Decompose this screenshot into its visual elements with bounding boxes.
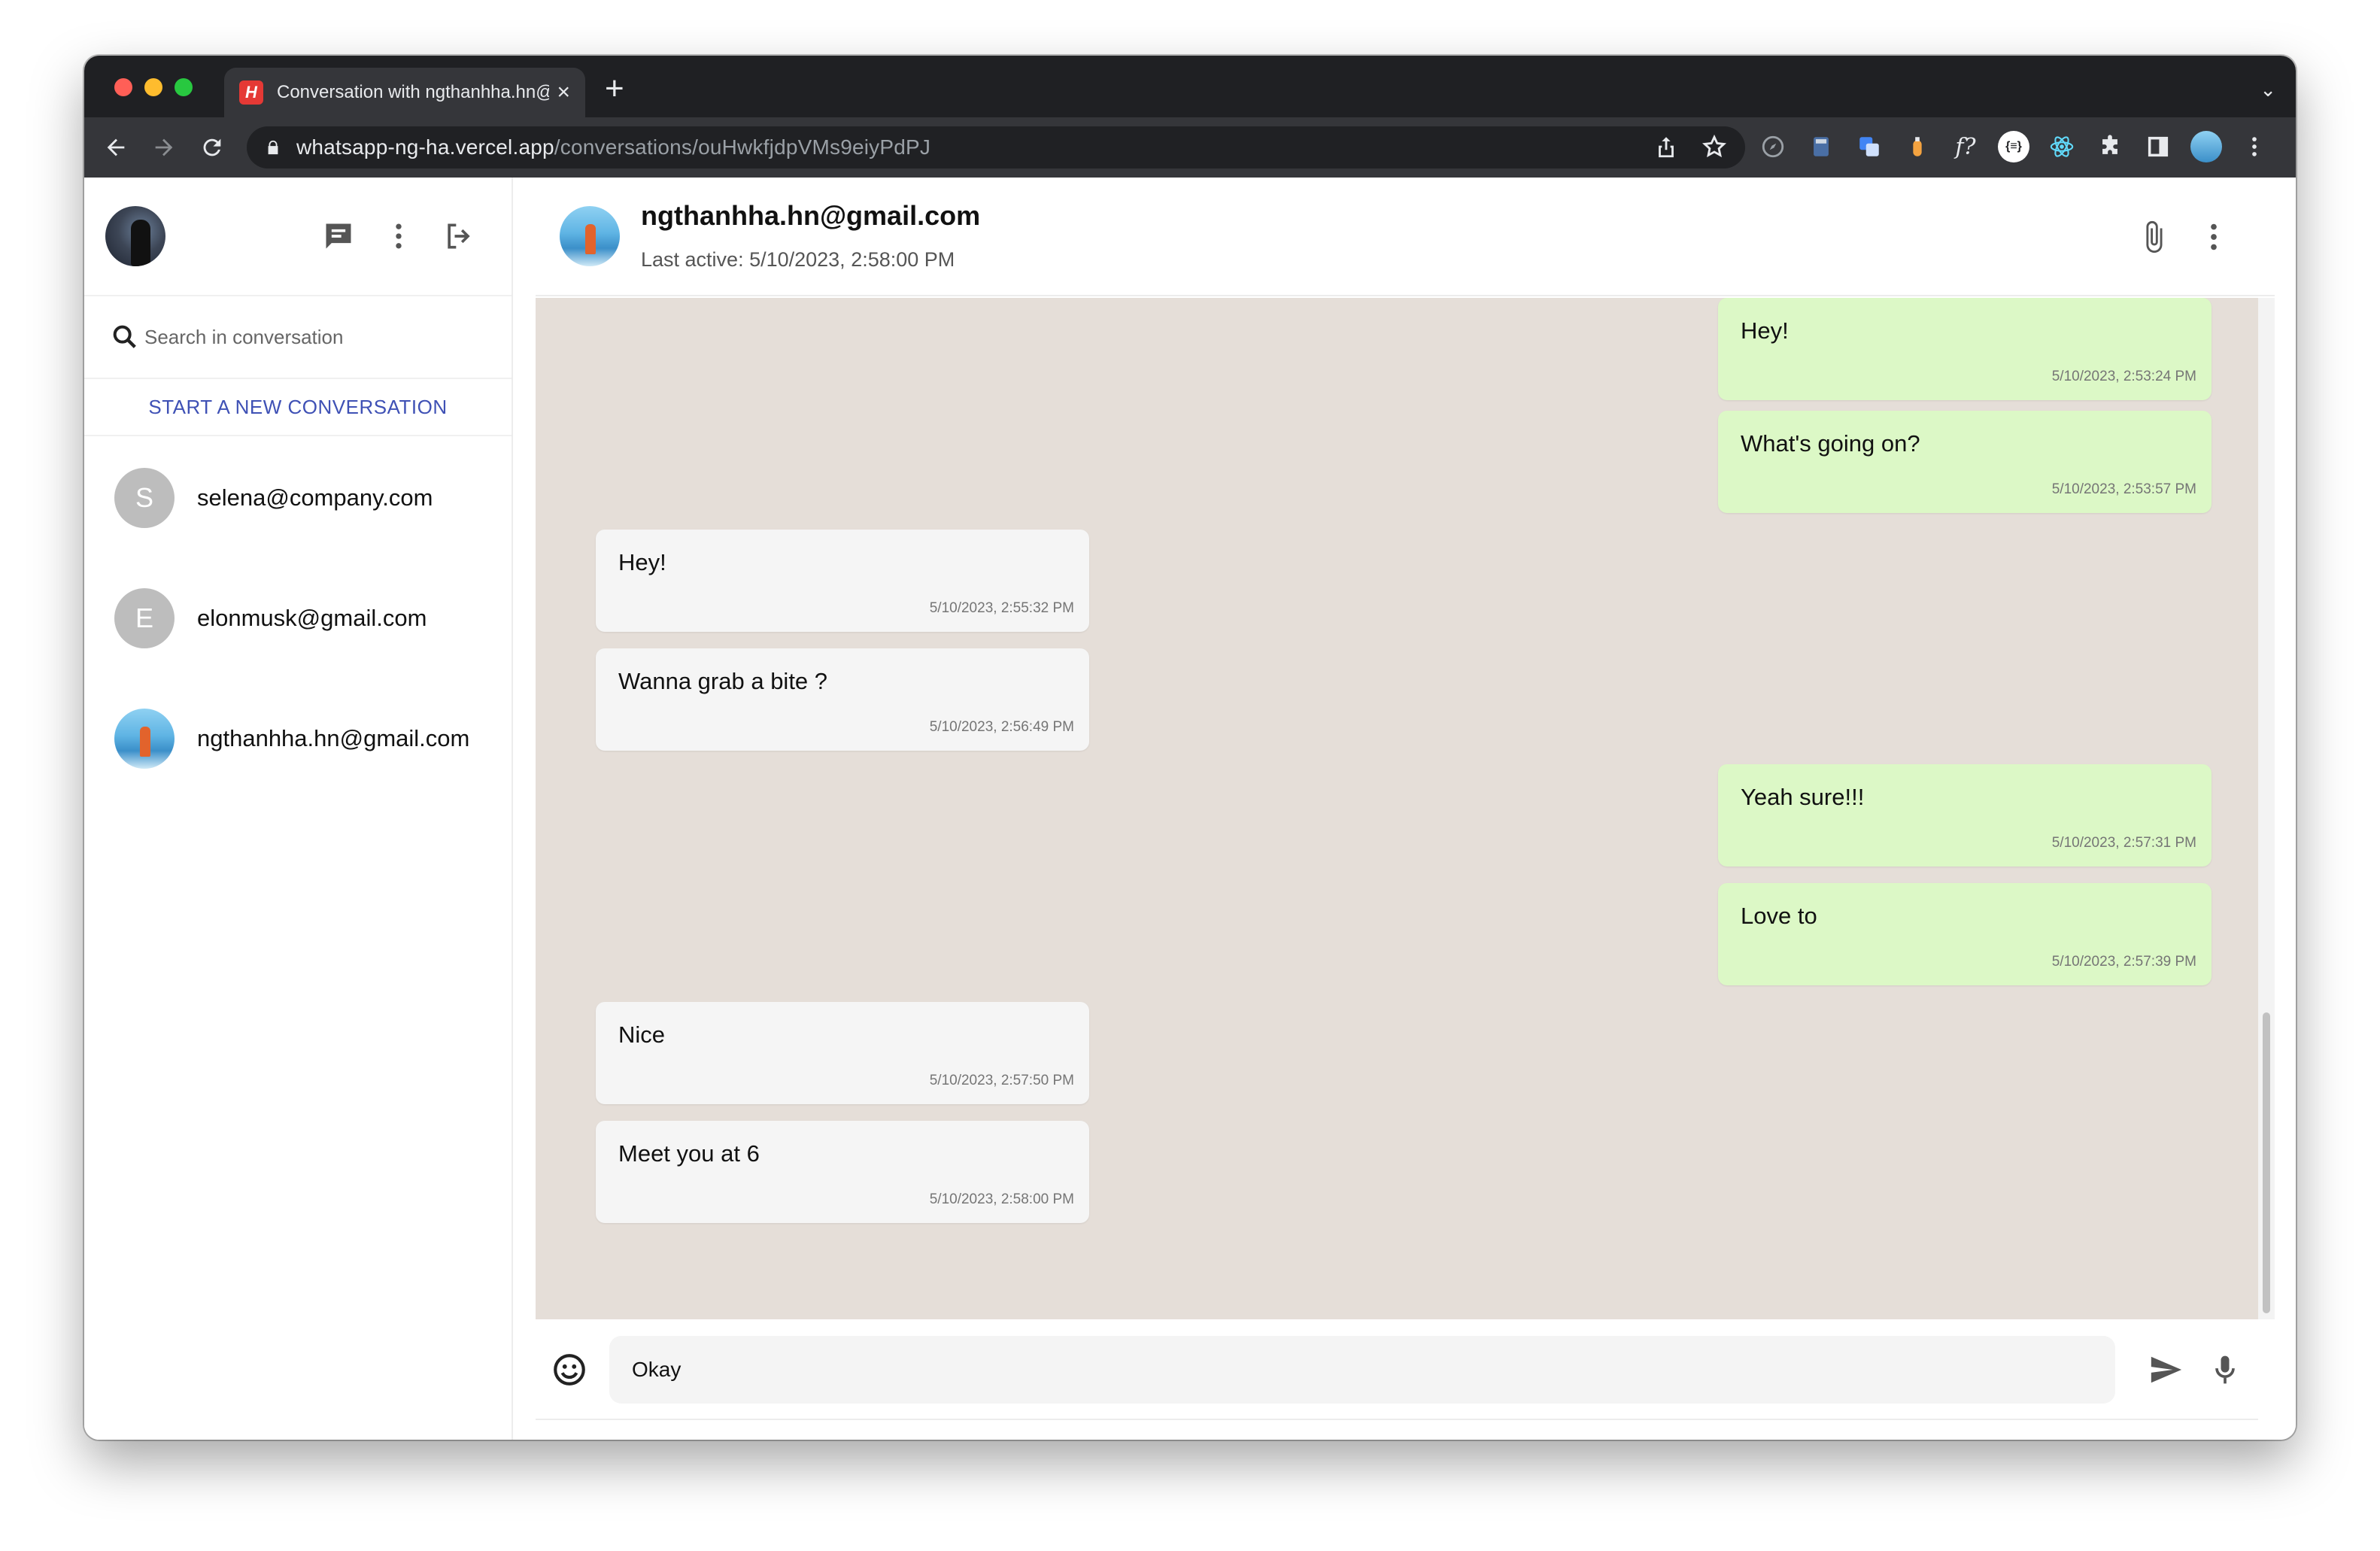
message-time: 5/10/2023, 2:57:31 PM	[2051, 835, 2196, 851]
message-time: 5/10/2023, 2:57:39 PM	[2051, 954, 2196, 970]
compass-icon[interactable]	[1757, 131, 1789, 162]
share-icon[interactable]	[1653, 134, 1679, 159]
search-input[interactable]	[144, 325, 460, 349]
message-time: 5/10/2023, 2:53:24 PM	[2051, 369, 2196, 384]
message-input[interactable]	[609, 1336, 2115, 1404]
conversation-search	[84, 296, 512, 379]
back-arrow-icon[interactable]	[99, 131, 132, 164]
chat-pane: ngthanhha.hn@gmail.com Last active: 5/10…	[536, 178, 2275, 1440]
message-composer	[536, 1319, 2258, 1420]
forward-arrow-icon[interactable]	[147, 131, 181, 164]
logout-icon[interactable]	[441, 218, 477, 254]
message-text: Love to	[1741, 903, 1817, 929]
message-text: Yeah sure!!!	[1741, 784, 1865, 810]
conversation-email: ngthanhha.hn@gmail.com	[197, 725, 470, 751]
emoji-icon[interactable]	[551, 1351, 588, 1389]
chat-header: ngthanhha.hn@gmail.com Last active: 5/10…	[536, 178, 2275, 296]
more-vert-icon[interactable]	[381, 218, 417, 254]
chat-icon[interactable]	[320, 218, 357, 254]
react-icon[interactable]	[2046, 131, 2078, 162]
message-time: 5/10/2023, 2:53:57 PM	[2051, 481, 2196, 497]
tab-search-chevron-icon[interactable]: ⌄	[2260, 78, 2276, 102]
minimize-window-button[interactable]	[144, 78, 162, 96]
conversation-email: elonmusk@gmail.com	[197, 605, 427, 631]
scrollbar-thumb[interactable]	[2263, 1012, 2270, 1313]
conversation-item[interactable]: E elonmusk@gmail.com	[84, 558, 512, 678]
search-icon	[113, 325, 136, 348]
message-text: Meet you at 6	[618, 1140, 760, 1167]
sidepanel-icon[interactable]	[2142, 131, 2174, 162]
message-text: Nice	[618, 1021, 666, 1048]
message-text: Hey!	[1741, 317, 1789, 344]
puzzle-icon[interactable]	[2094, 131, 2126, 162]
tab-title: Conversation with ngthanhha.hn@gmail.com	[277, 82, 549, 102]
message-bubble-sent: Yeah sure!!! 5/10/2023, 2:57:31 PM	[1718, 764, 2212, 867]
bottle-icon[interactable]	[1902, 131, 1933, 162]
message-bubble-received: Hey! 5/10/2023, 2:55:32 PM	[596, 530, 1089, 632]
conversation-item[interactable]: ngthanhha.hn@gmail.com	[84, 678, 512, 799]
message-bubble-received: Meet you at 6 5/10/2023, 2:58:00 PM	[596, 1121, 1089, 1223]
message-text: Hey!	[618, 549, 666, 575]
tab-close-icon[interactable]: ×	[557, 81, 570, 104]
url-text: whatsapp-ng-ha.vercel.app/conversations/…	[296, 135, 930, 159]
close-window-button[interactable]	[114, 78, 132, 96]
recipient-avatar	[560, 206, 620, 266]
json-icon[interactable]: {≡}	[1998, 131, 2029, 162]
conversation-avatar: E	[114, 588, 175, 648]
message-time: 5/10/2023, 2:58:00 PM	[929, 1191, 1074, 1207]
calculator-icon[interactable]	[1805, 131, 1837, 162]
url-path: /conversations/ouHwkfjdpVMs9eiyPdPJ	[554, 135, 931, 159]
message-bubble-received: Nice 5/10/2023, 2:57:50 PM	[596, 1002, 1089, 1104]
conversation-item[interactable]: S selena@company.com	[84, 438, 512, 558]
tab-favicon-icon: H	[239, 80, 263, 105]
chat-app: START A NEW CONVERSATION S selena@compan…	[84, 178, 2296, 1440]
browser-window: H Conversation with ngthanhha.hn@gmail.c…	[84, 56, 2296, 1440]
url-domain: whatsapp-ng-ha.vercel.app	[296, 135, 554, 159]
message-bubble-received: Wanna grab a bite ? 5/10/2023, 2:56:49 P…	[596, 648, 1089, 751]
last-active-text: Last active: 5/10/2023, 2:58:00 PM	[641, 248, 955, 271]
conversation-avatar: S	[114, 468, 175, 528]
lock-icon	[268, 140, 278, 155]
reload-icon[interactable]	[196, 131, 229, 164]
new-tab-button[interactable]: +	[605, 72, 624, 105]
address-bar[interactable]: whatsapp-ng-ha.vercel.app/conversations/…	[247, 126, 1745, 168]
browser-tab[interactable]: H Conversation with ngthanhha.hn@gmail.c…	[224, 68, 585, 117]
message-text: Wanna grab a bite ?	[618, 668, 828, 694]
attach-file-icon[interactable]	[2135, 218, 2172, 256]
translate-icon[interactable]	[1853, 131, 1885, 162]
recipient-email: ngthanhha.hn@gmail.com	[641, 200, 981, 231]
sidebar-header	[84, 178, 512, 296]
conversation-list: S selena@company.com E elonmusk@gmail.co…	[84, 438, 512, 799]
message-list: Hey! 5/10/2023, 2:53:24 PM What's going …	[536, 298, 2258, 1319]
conversation-avatar	[114, 709, 175, 769]
bookmark-star-icon[interactable]	[1702, 134, 1727, 159]
browser-toolbar: whatsapp-ng-ha.vercel.app/conversations/…	[84, 117, 2296, 178]
send-icon[interactable]	[2147, 1352, 2184, 1387]
message-time: 5/10/2023, 2:56:49 PM	[929, 719, 1074, 735]
start-new-conversation-button[interactable]: START A NEW CONVERSATION	[84, 379, 512, 436]
microphone-icon[interactable]	[2208, 1351, 2242, 1389]
message-time: 5/10/2023, 2:57:50 PM	[929, 1073, 1074, 1088]
browser-titlebar: H Conversation with ngthanhha.hn@gmail.c…	[84, 56, 2296, 117]
conversation-email: selena@company.com	[197, 484, 433, 511]
message-text: What's going on?	[1741, 430, 1920, 457]
maximize-window-button[interactable]	[175, 78, 193, 96]
message-time: 5/10/2023, 2:55:32 PM	[929, 600, 1074, 616]
profile-icon[interactable]	[2190, 131, 2222, 162]
more-vert-icon[interactable]	[2195, 218, 2233, 256]
message-bubble-sent: Love to 5/10/2023, 2:57:39 PM	[1718, 883, 2212, 985]
message-bubble-sent: Hey! 5/10/2023, 2:53:24 PM	[1718, 298, 2212, 400]
sidebar: START A NEW CONVERSATION S selena@compan…	[84, 178, 513, 1440]
user-avatar[interactable]	[105, 206, 165, 266]
menu-dots-icon[interactable]	[2239, 131, 2270, 162]
function-icon[interactable]: f?	[1950, 131, 1981, 162]
message-scrollbar[interactable]	[2258, 298, 2275, 1319]
message-bubble-sent: What's going on? 5/10/2023, 2:53:57 PM	[1718, 411, 2212, 513]
